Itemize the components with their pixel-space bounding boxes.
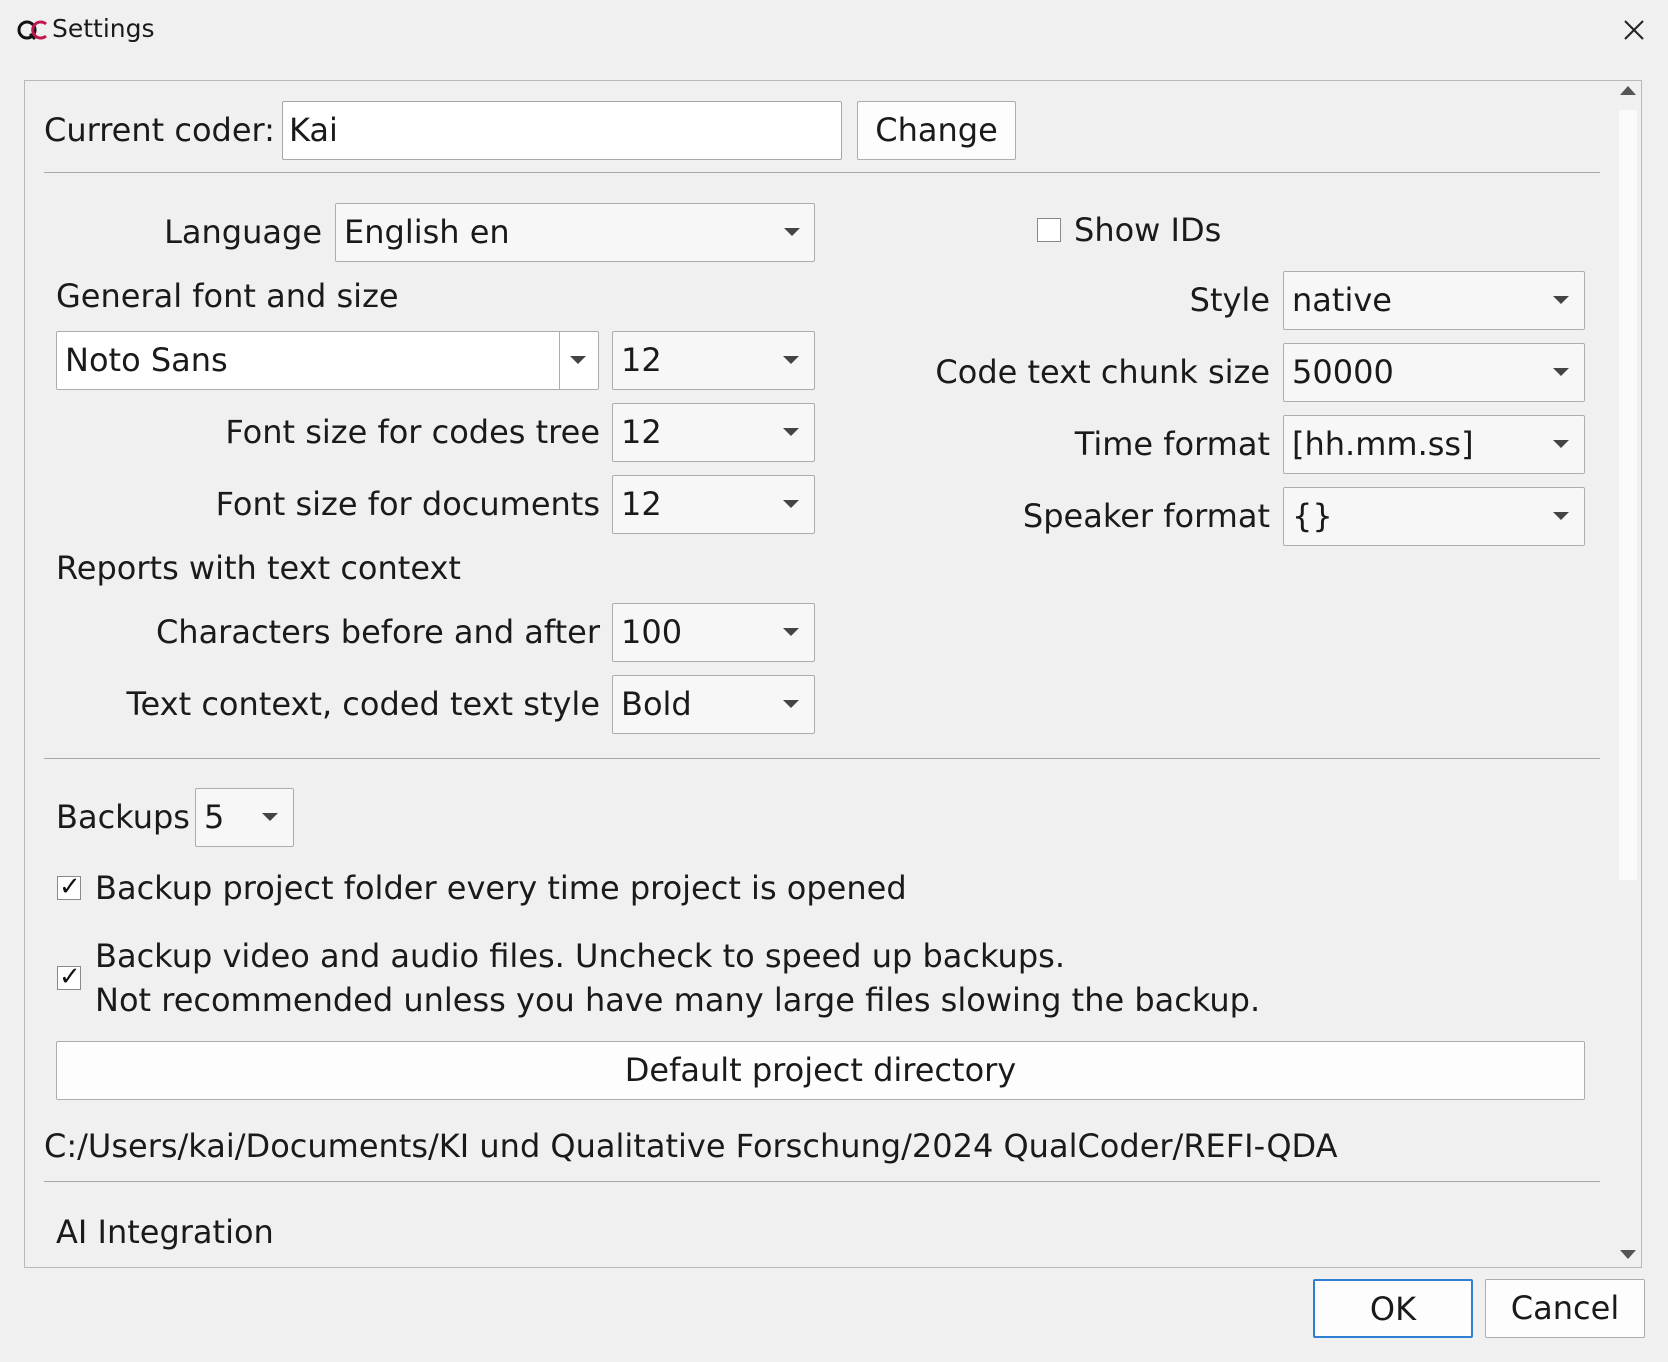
scrollbar-thumb[interactable] <box>1619 110 1637 880</box>
chevron-down-icon <box>1553 368 1569 376</box>
documents-font-label: Font size for documents <box>215 485 600 523</box>
backup-folder-label: Backup project folder every time project… <box>95 869 907 907</box>
chevron-down-icon <box>783 700 799 708</box>
style-select[interactable]: native <box>1283 271 1585 330</box>
context-style-label: Text context, coded text style <box>126 685 600 723</box>
title-bar: Settings <box>0 0 1668 58</box>
font-size-value: 12 <box>621 341 662 379</box>
speaker-format-label: Speaker format <box>1022 497 1270 535</box>
scroll-down-icon[interactable] <box>1620 1250 1636 1259</box>
time-format-value: [hh.mm.ss] <box>1292 425 1474 463</box>
current-coder-field[interactable]: Kai <box>282 101 842 160</box>
chevron-down-icon <box>1553 440 1569 448</box>
qualcoder-logo-icon <box>17 20 47 41</box>
chevron-down-icon <box>784 228 800 236</box>
time-format-label: Time format <box>1074 425 1270 463</box>
speaker-format-select[interactable]: {} <box>1283 487 1585 546</box>
divider <box>44 758 1600 759</box>
chunk-size-select[interactable]: 50000 <box>1283 343 1585 402</box>
chars-before-after-label: Characters before and after <box>155 613 600 651</box>
backup-av-label-line1: Backup video and audio files. Uncheck to… <box>95 937 1065 975</box>
default-project-directory-button[interactable]: Default project directory <box>56 1041 1585 1100</box>
cancel-button[interactable]: Cancel <box>1485 1279 1645 1338</box>
ok-button[interactable]: OK <box>1313 1279 1473 1338</box>
close-icon[interactable] <box>1618 14 1650 46</box>
language-value: English en <box>344 213 510 251</box>
chevron-down-icon <box>783 428 799 436</box>
chevron-down-icon[interactable] <box>570 356 586 364</box>
time-format-select[interactable]: [hh.mm.ss] <box>1283 415 1585 474</box>
font-family-combo[interactable]: Noto Sans <box>56 331 599 390</box>
style-value: native <box>1292 281 1392 319</box>
backups-count-select[interactable]: 5 <box>195 788 294 847</box>
codes-tree-font-label: Font size for codes tree <box>225 413 600 451</box>
backups-label: Backups <box>56 798 190 836</box>
current-coder-label: Current coder: <box>44 111 275 149</box>
chunk-size-label: Code text chunk size <box>935 353 1270 391</box>
checkmark-icon: ✓ <box>59 872 81 902</box>
project-directory-path: C:/Users/kai/Documents/KI und Qualitativ… <box>44 1127 1338 1165</box>
reports-section-label: Reports with text context <box>56 549 461 587</box>
scroll-up-icon[interactable] <box>1620 86 1636 95</box>
font-family-value: Noto Sans <box>65 341 228 379</box>
backup-av-checkbox[interactable]: ✓ <box>57 962 81 992</box>
chevron-down-icon <box>783 500 799 508</box>
context-style-value: Bold <box>621 685 692 723</box>
show-ids-label: Show IDs <box>1074 211 1222 249</box>
chevron-down-icon <box>1553 296 1569 304</box>
context-style-select[interactable]: Bold <box>612 675 815 734</box>
window-title: Settings <box>52 14 155 43</box>
speaker-format-value: {} <box>1292 497 1333 535</box>
backup-folder-checkbox[interactable]: ✓ <box>57 872 81 902</box>
change-coder-button[interactable]: Change <box>857 101 1016 160</box>
show-ids-checkbox[interactable] <box>1037 218 1061 242</box>
general-font-section-label: General font and size <box>56 277 399 315</box>
chevron-down-icon <box>783 356 799 364</box>
checkmark-icon: ✓ <box>59 962 81 992</box>
codes-tree-font-value: 12 <box>621 413 662 451</box>
font-size-select[interactable]: 12 <box>612 331 815 390</box>
codes-tree-font-select[interactable]: 12 <box>612 403 815 462</box>
documents-font-value: 12 <box>621 485 662 523</box>
backup-av-label-line2: Not recommended unless you have many lar… <box>95 981 1261 1019</box>
chunk-size-value: 50000 <box>1292 353 1394 391</box>
combo-separator <box>559 332 560 389</box>
backups-count-value: 5 <box>204 798 225 836</box>
language-label: Language <box>164 213 322 251</box>
chars-before-after-value: 100 <box>621 613 683 651</box>
language-select[interactable]: English en <box>335 203 815 262</box>
chevron-down-icon <box>262 813 278 821</box>
chevron-down-icon <box>1553 512 1569 520</box>
divider <box>44 1181 1600 1182</box>
ai-integration-section-label: AI Integration <box>56 1213 274 1251</box>
chevron-down-icon <box>783 628 799 636</box>
documents-font-select[interactable]: 12 <box>612 475 815 534</box>
chars-before-after-select[interactable]: 100 <box>612 603 815 662</box>
divider <box>44 172 1600 173</box>
style-label: Style <box>1189 281 1270 319</box>
